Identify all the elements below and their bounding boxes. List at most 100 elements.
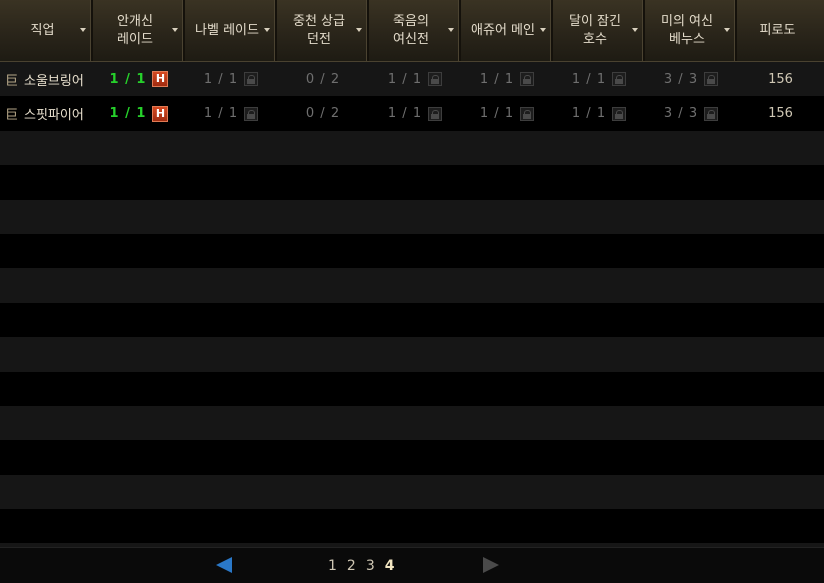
azure-count: 1 / 1	[479, 106, 515, 122]
venus-cell: 3 / 3	[645, 62, 737, 96]
fatigue-value: 156	[768, 71, 793, 87]
dropdown-arrow-icon	[264, 28, 270, 32]
previous-page-arrow-icon[interactable]	[216, 557, 232, 573]
nabel-raid-cell: 1 / 1	[185, 96, 277, 130]
column-header-azure[interactable]: 애쥬어 메인	[461, 0, 553, 61]
death-goddess-count: 1 / 1	[387, 106, 423, 122]
table-header: 직업 안개신 레이드 나벨 레이드 중천 상급 던전 죽음의 여신전 애쥬어 메…	[0, 0, 824, 62]
character-name: 소울브링어	[24, 73, 84, 89]
page-link-3[interactable]: 3	[366, 558, 375, 574]
empty-row	[0, 337, 824, 372]
character-name: 스핏파이어	[24, 108, 84, 124]
lock-icon	[704, 106, 719, 121]
column-label: 중천 상급 던전	[293, 13, 345, 47]
page-numbers: 1 2 3 4	[328, 558, 395, 574]
column-label: 나벨 레이드	[195, 22, 259, 38]
nabel-raid-cell: 1 / 1	[185, 62, 277, 96]
fatigue-cell: 156	[737, 96, 824, 130]
empty-row	[0, 372, 824, 406]
table-row[interactable]: 巨 스핏파이어 1 / 1 H 1 / 1 0 / 2 1 / 1 1 / 1 …	[0, 96, 824, 130]
column-label: 달이 잠긴 호수	[569, 13, 621, 47]
venus-count: 3 / 3	[663, 106, 699, 122]
azure-cell: 1 / 1	[461, 96, 553, 130]
empty-row	[0, 509, 824, 543]
death-goddess-cell: 1 / 1	[369, 96, 461, 130]
hard-mode-badge: H	[152, 105, 169, 122]
column-label: 안개신 레이드	[117, 13, 153, 47]
dropdown-arrow-icon	[356, 28, 362, 32]
page-link-1[interactable]: 1	[328, 558, 337, 574]
table-row[interactable]: 巨 소울브링어 1 / 1 H 1 / 1 0 / 2 1 / 1 1 / 1 …	[0, 62, 824, 97]
jungcheon-cell: 0 / 2	[277, 96, 369, 130]
dropdown-arrow-icon	[724, 28, 730, 32]
column-header-death-goddess[interactable]: 죽음의 여신전	[369, 0, 461, 61]
lock-icon	[244, 72, 259, 87]
page-link-2[interactable]: 2	[347, 558, 356, 574]
character-name-cell: 巨 소울브링어	[0, 62, 93, 96]
lock-icon	[428, 106, 443, 121]
empty-row	[0, 234, 824, 268]
class-emblem-icon: 巨	[5, 73, 19, 89]
lock-icon	[520, 72, 535, 87]
moon-lake-cell: 1 / 1	[553, 62, 645, 96]
empty-row	[0, 199, 824, 234]
column-header-fatigue[interactable]: 피로도	[737, 0, 824, 61]
empty-row	[0, 474, 824, 510]
lock-icon	[612, 72, 627, 87]
empty-row	[0, 303, 824, 337]
empty-row	[0, 130, 824, 166]
jungcheon-cell: 0 / 2	[277, 62, 369, 96]
moon-lake-count: 1 / 1	[571, 71, 607, 87]
column-label: 직업	[30, 22, 55, 38]
character-table: 巨 소울브링어 1 / 1 H 1 / 1 0 / 2 1 / 1 1 / 1 …	[0, 62, 824, 578]
column-label: 피로도	[759, 22, 796, 38]
empty-row	[0, 268, 824, 303]
fog-raid-count: 1 / 1	[109, 106, 147, 122]
dropdown-arrow-icon	[540, 28, 546, 32]
death-goddess-count: 1 / 1	[387, 71, 423, 87]
column-header-nabel-raid[interactable]: 나벨 레이드	[185, 0, 277, 61]
azure-count: 1 / 1	[479, 71, 515, 87]
moon-lake-cell: 1 / 1	[553, 96, 645, 130]
column-header-fog-raid[interactable]: 안개신 레이드	[93, 0, 185, 61]
fatigue-value: 156	[768, 106, 793, 122]
lock-icon	[244, 106, 259, 121]
hard-mode-badge: H	[152, 71, 169, 88]
next-page-arrow-icon[interactable]	[483, 557, 499, 573]
jungcheon-count: 0 / 2	[305, 71, 341, 87]
venus-count: 3 / 3	[663, 71, 699, 87]
dropdown-arrow-icon	[448, 28, 454, 32]
empty-row	[0, 440, 824, 474]
column-header-venus[interactable]: 미의 여신 베누스	[645, 0, 737, 61]
nabel-count: 1 / 1	[203, 106, 239, 122]
column-header-moon-lake[interactable]: 달이 잠긴 호수	[553, 0, 645, 61]
fog-raid-cell: 1 / 1 H	[93, 62, 185, 96]
column-label: 죽음의 여신전	[393, 13, 429, 47]
fog-raid-cell: 1 / 1 H	[93, 96, 185, 130]
pagination-bar: 1 2 3 4	[0, 547, 824, 583]
column-header-class[interactable]: 직업	[0, 0, 93, 61]
fog-raid-count: 1 / 1	[109, 71, 147, 87]
current-page-link[interactable]: 4	[385, 558, 395, 574]
dropdown-arrow-icon	[632, 28, 638, 32]
class-emblem-icon: 巨	[5, 108, 19, 124]
column-header-jungcheon[interactable]: 중천 상급 던전	[277, 0, 369, 61]
nabel-count: 1 / 1	[203, 71, 239, 87]
death-goddess-cell: 1 / 1	[369, 62, 461, 96]
lock-icon	[520, 106, 535, 121]
fatigue-cell: 156	[737, 62, 824, 96]
jungcheon-count: 0 / 2	[305, 106, 341, 122]
column-label: 미의 여신 베누스	[661, 13, 713, 47]
lock-icon	[428, 72, 443, 87]
moon-lake-count: 1 / 1	[571, 106, 607, 122]
empty-row	[0, 165, 824, 199]
lock-icon	[704, 72, 719, 87]
dropdown-arrow-icon	[80, 28, 86, 32]
lock-icon	[612, 106, 627, 121]
empty-row	[0, 405, 824, 441]
column-label: 애쥬어 메인	[471, 22, 535, 38]
character-name-cell: 巨 스핏파이어	[0, 96, 93, 130]
dropdown-arrow-icon	[172, 28, 178, 32]
venus-cell: 3 / 3	[645, 96, 737, 130]
azure-cell: 1 / 1	[461, 62, 553, 96]
